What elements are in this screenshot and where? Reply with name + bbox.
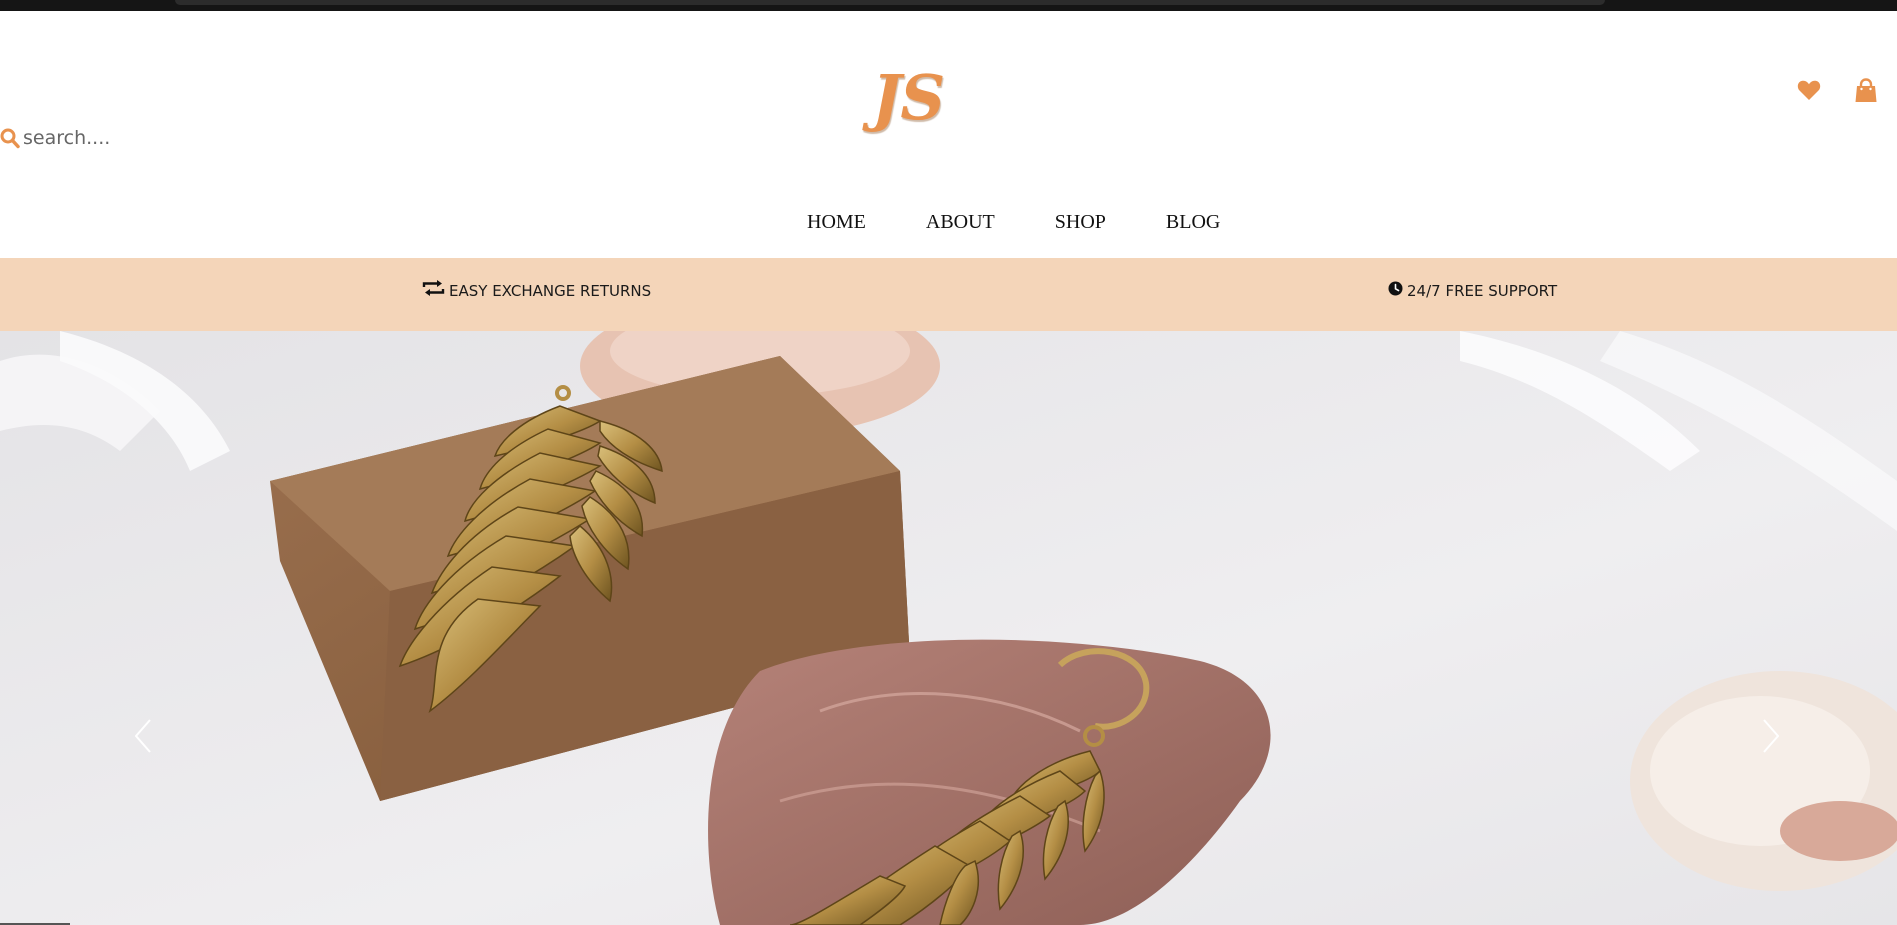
hero-slider — [0, 331, 1897, 925]
promo-support-label: 24/7 FREE SUPPORT — [1407, 282, 1558, 300]
search-bar — [0, 123, 243, 153]
heart-icon[interactable] — [1797, 79, 1821, 106]
shopping-bag-icon[interactable] — [1854, 78, 1878, 108]
chevron-left-icon[interactable] — [134, 719, 151, 758]
top-strip-tab — [175, 0, 1605, 5]
chevron-right-icon[interactable] — [1763, 719, 1780, 758]
browser-top-strip — [0, 0, 1897, 11]
nav-home[interactable]: HOME — [807, 211, 866, 234]
search-icon[interactable] — [0, 127, 20, 149]
promo-exchange-label: EASY EXCHANGE RETURNS — [449, 281, 652, 300]
main-nav: HOME ABOUT SHOP BLOG — [780, 211, 1250, 234]
nav-shop[interactable]: SHOP — [1055, 211, 1106, 234]
promo-free-support: 24/7 FREE SUPPORT — [1388, 281, 1557, 301]
site-header: JS HOME ABOUT SHOP BLOG — [0, 11, 1897, 258]
hero-image — [0, 331, 1897, 925]
site-logo[interactable]: JS — [872, 61, 945, 134]
nav-about[interactable]: ABOUT — [926, 211, 995, 234]
nav-blog[interactable]: BLOG — [1166, 211, 1220, 234]
promo-bar: EASY EXCHANGE RETURNS 24/7 FREE SUPPORT — [0, 258, 1897, 331]
exchange-icon — [422, 280, 445, 301]
promo-exchange-returns: EASY EXCHANGE RETURNS — [422, 280, 651, 301]
search-input[interactable] — [23, 123, 243, 153]
clock-icon — [1388, 281, 1403, 301]
